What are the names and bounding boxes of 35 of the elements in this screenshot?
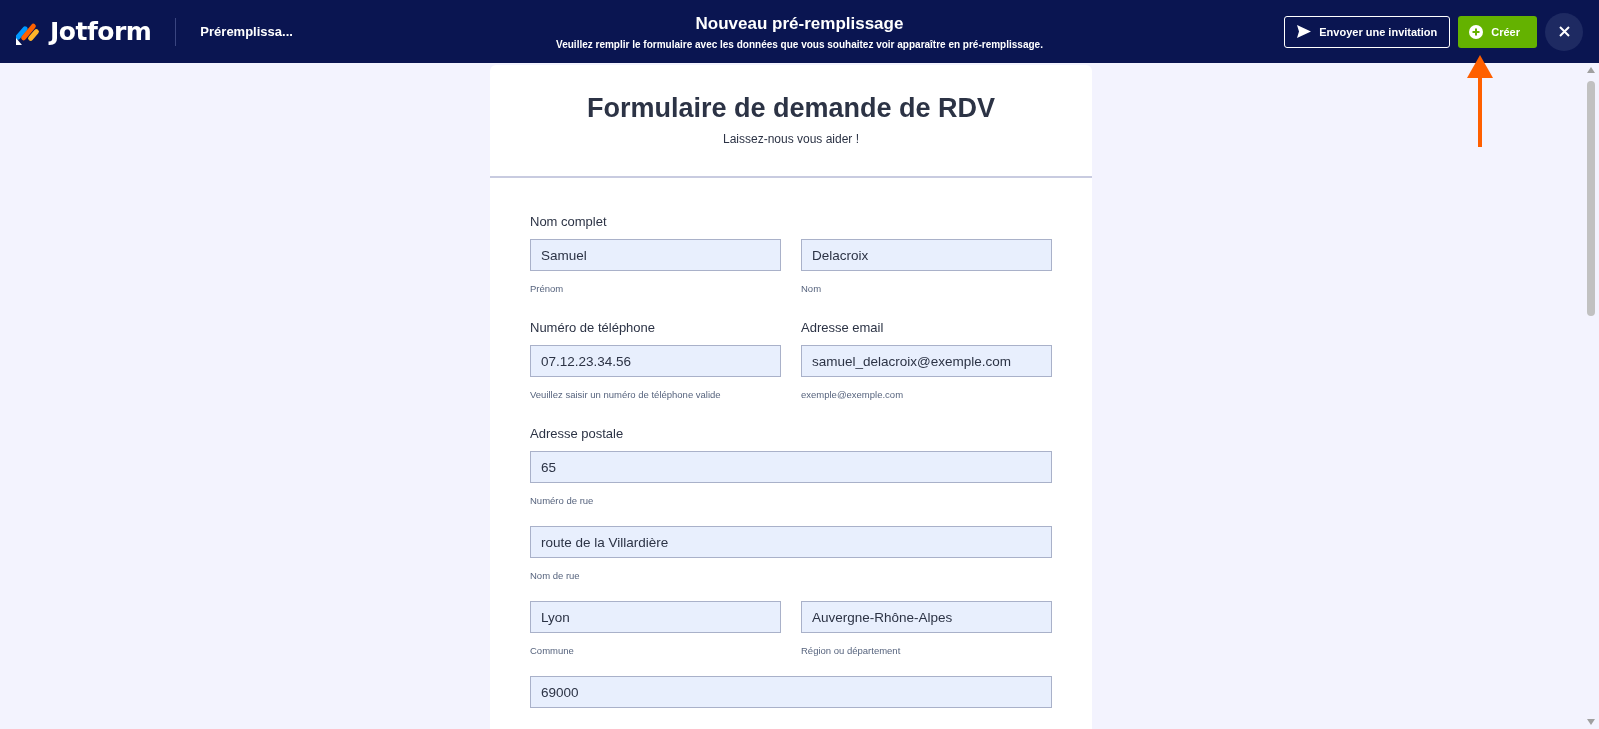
input-field[interactable]: 69000 xyxy=(530,676,1052,708)
plus-circle-icon xyxy=(1469,24,1484,39)
input-field[interactable]: 65 xyxy=(530,451,1052,483)
field-hint: Région ou département xyxy=(801,645,902,656)
field-label: Numéro de téléphone xyxy=(530,320,657,335)
field-hint: exemple@exemple.com xyxy=(801,389,905,400)
field-hint: Prénom xyxy=(530,283,565,294)
form-subtitle: Laissez-nous vous aider ! xyxy=(721,132,861,146)
scroll-down-icon[interactable] xyxy=(1587,719,1595,725)
form-title: Formulaire de demande de RDV xyxy=(585,93,997,124)
page-subtitle: Veuillez remplir le formulaire avec les données que vous souhaitez voir apparaître en pré-remplissage. xyxy=(556,38,1043,50)
input-field[interactable]: Lyon xyxy=(530,601,781,633)
close-icon xyxy=(1558,26,1570,37)
field-hint: Numéro de rue xyxy=(530,495,595,506)
form-name: Préremplissa... xyxy=(200,24,293,39)
input-field[interactable]: samuel_delacroix@exemple.com xyxy=(801,345,1052,377)
invite-button[interactable]: Envoyer une invitation xyxy=(1284,15,1451,48)
input-field[interactable]: route de la Villardière xyxy=(530,526,1052,558)
field-hint: Nom de rue xyxy=(530,570,581,581)
field-hint: Commune xyxy=(530,645,575,656)
scroll-up-icon[interactable] xyxy=(1587,67,1595,73)
input-field[interactable]: Auvergne-Rhône-Alpes xyxy=(801,601,1052,633)
logo-text[interactable]: Jotform xyxy=(50,17,152,46)
close-button[interactable] xyxy=(1545,12,1583,51)
input-field[interactable]: Delacroix xyxy=(801,239,1052,271)
field-label: Adresse email xyxy=(801,320,885,335)
scroll-thumb[interactable] xyxy=(1587,81,1595,316)
field-hint: Veuillez saisir un numéro de téléphone valide xyxy=(530,389,722,400)
field-hint: Nom xyxy=(801,283,823,294)
input-field[interactable]: Samuel xyxy=(530,239,781,271)
input-field[interactable]: 07.12.23.34.56 xyxy=(530,345,781,377)
page-title: Nouveau pré-remplissage xyxy=(695,13,904,34)
field-label: Adresse postale xyxy=(530,426,625,441)
field-label: Nom complet xyxy=(530,214,608,229)
send-icon xyxy=(1297,25,1312,38)
